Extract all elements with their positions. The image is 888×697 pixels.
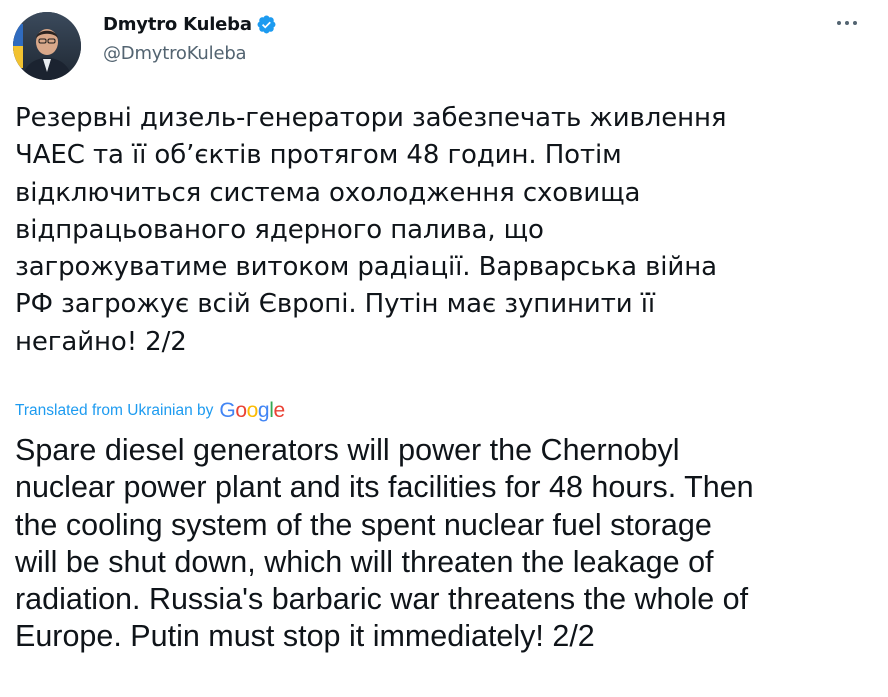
google-letter: G: [219, 399, 236, 422]
more-options-icon-dot: [845, 21, 849, 25]
verified-badge-icon: [256, 14, 277, 35]
avatar-photo: [13, 12, 81, 80]
author-handle[interactable]: @DmytroKuleba: [103, 43, 247, 64]
google-letter: o: [235, 399, 247, 422]
tweet-translated-text: Spare diesel generators will power the C…: [15, 433, 754, 654]
google-letter: e: [273, 399, 285, 422]
avatar[interactable]: [13, 12, 81, 80]
translation-attribution[interactable]: Translated from Ukrainian by G o o g l e: [15, 399, 285, 423]
author-name-row: Dmytro Kuleba: [103, 12, 277, 36]
google-letter: o: [246, 399, 259, 422]
tweet-original-text: Резервні дизель-генератори забезпечать ж…: [15, 103, 727, 357]
google-logo-icon: G o o g l e: [219, 399, 285, 423]
tweet-card: Dmytro Kuleba @DmytroKuleba Резервні диз…: [0, 0, 888, 697]
more-options-icon-dot: [853, 21, 857, 25]
google-letter: g: [257, 399, 270, 422]
author-display-name[interactable]: Dmytro Kuleba: [103, 14, 252, 35]
translation-label: Translated from Ukrainian by: [15, 402, 214, 419]
more-options-icon: [837, 21, 841, 25]
more-options-button[interactable]: [830, 10, 864, 36]
